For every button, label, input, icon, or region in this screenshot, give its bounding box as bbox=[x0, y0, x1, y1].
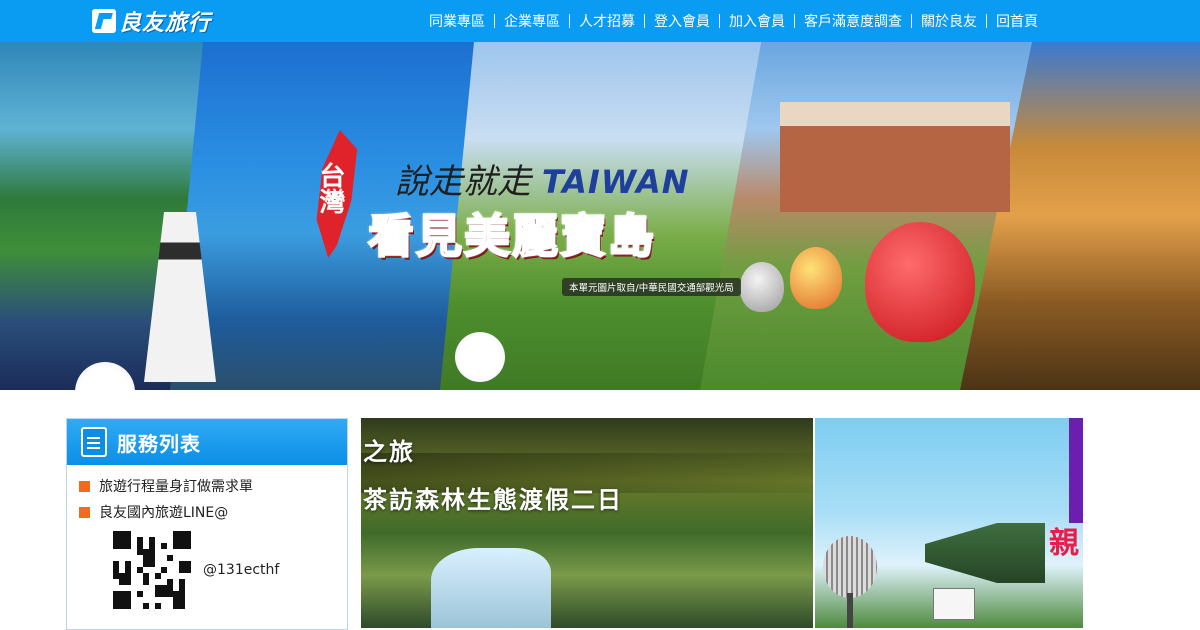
nav-link-partner-zone[interactable]: 同業專區 bbox=[420, 11, 494, 31]
line-qr-row: @131ecthf bbox=[79, 525, 347, 609]
nav-link-careers[interactable]: 人才招募 bbox=[570, 11, 644, 31]
card-accent-strip bbox=[1069, 418, 1083, 523]
line-qr-code-icon[interactable] bbox=[113, 531, 191, 609]
hot-air-balloon bbox=[740, 262, 784, 312]
service-list-header: 服務列表 bbox=[67, 419, 347, 465]
microphone-icon bbox=[823, 536, 877, 598]
service-list-title: 服務列表 bbox=[117, 431, 201, 456]
document-list-icon bbox=[81, 427, 107, 457]
nav-link-member-login[interactable]: 登入會員 bbox=[645, 11, 719, 31]
logo-mark-icon bbox=[92, 9, 116, 33]
nav-link-join-member[interactable]: 加入會員 bbox=[720, 11, 794, 31]
service-list-panel: 服務列表 旅遊行程量身訂做需求單 良友國內旅遊LINE@ @131ecthf bbox=[66, 418, 348, 630]
line-id: @131ecthf bbox=[203, 562, 280, 578]
banner-slogan-cn: 說走就走 bbox=[395, 162, 531, 202]
orange-square-bullet-icon bbox=[79, 480, 90, 492]
nav-link-satisfaction-survey[interactable]: 客戶滿意度調查 bbox=[795, 11, 911, 31]
hero-banner[interactable]: 台灣 說走就走 TAIWAN 看見美麗寶島 本單元圖片取自/中華民國交通部觀光局 bbox=[0, 42, 1200, 390]
nav-link-corporate-zone[interactable]: 企業專區 bbox=[495, 11, 569, 31]
main-nav: 同業專區 企業專區 人才招募 登入會員 加入會員 客戶滿意度調查 關於良友 回首… bbox=[420, 0, 1047, 42]
service-item-custom-itinerary[interactable]: 旅遊行程量身訂做需求單 bbox=[79, 473, 347, 499]
banner-slogan: 說走就走 TAIWAN bbox=[395, 154, 690, 203]
banner-slogan-en: TAIWAN bbox=[541, 163, 690, 201]
taiwan-label: 台灣 bbox=[315, 162, 345, 214]
bird-shaped-balloon bbox=[865, 222, 975, 342]
loudspeaker-icon bbox=[925, 523, 1045, 583]
top-navigation-bar: 良友旅行 同業專區 企業專區 人才招募 登入會員 加入會員 客戶滿意度調查 關於… bbox=[0, 0, 1200, 42]
info-sign bbox=[933, 588, 975, 620]
card-partial-text: 親 bbox=[1049, 526, 1079, 561]
service-item-line-account[interactable]: 良友國內旅遊LINE@ bbox=[79, 499, 347, 525]
service-item-label: 旅遊行程量身訂做需求單 bbox=[99, 479, 253, 495]
nav-link-about[interactable]: 關於良友 bbox=[912, 11, 986, 31]
card-title-line2: 茶訪森林生態渡假二日 bbox=[363, 486, 623, 514]
card-title-line1: 之旅 bbox=[363, 438, 415, 466]
lily-flower-icon bbox=[455, 332, 505, 382]
tour-card-military-site[interactable]: 親 bbox=[815, 418, 1083, 628]
tour-card-forest-tea[interactable]: 之旅 茶訪森林生態渡假二日 bbox=[361, 418, 813, 628]
hot-air-balloon bbox=[790, 247, 842, 309]
banner-heritage-house bbox=[780, 102, 1010, 212]
banner-photo-credit: 本單元圖片取自/中華民國交通部觀光局 bbox=[562, 278, 741, 296]
site-logo[interactable]: 良友旅行 bbox=[92, 6, 211, 36]
banner-title: 看見美麗寶島 bbox=[367, 208, 656, 264]
service-list: 旅遊行程量身訂做需求單 良友國內旅遊LINE@ @131ecthf bbox=[67, 465, 347, 609]
orange-square-bullet-icon bbox=[79, 506, 90, 518]
service-item-label: 良友國內旅遊LINE@ bbox=[99, 505, 229, 521]
logo-text: 良友旅行 bbox=[119, 11, 212, 36]
microphone-stand bbox=[847, 593, 853, 628]
nav-link-home[interactable]: 回首頁 bbox=[987, 11, 1047, 31]
